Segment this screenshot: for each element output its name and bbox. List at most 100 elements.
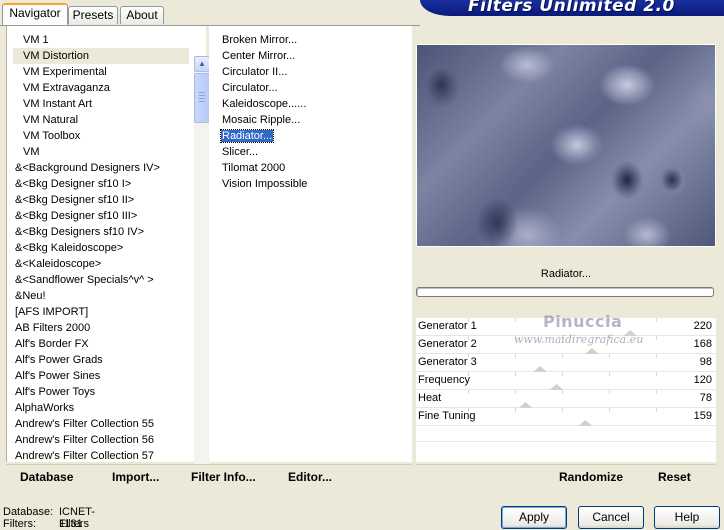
slider-tick bbox=[562, 354, 563, 358]
slider-tick bbox=[656, 336, 657, 340]
tab-about[interactable]: About bbox=[120, 6, 164, 24]
filter-item[interactable]: Circulator II... bbox=[219, 64, 409, 80]
category-item[interactable]: Andrew's Filter Collection 55 bbox=[13, 416, 189, 432]
parameter-slider[interactable] bbox=[468, 390, 657, 408]
parameter-value: 159 bbox=[693, 410, 712, 422]
category-item[interactable]: Alf's Power Toys bbox=[13, 384, 189, 400]
category-item[interactable]: Alf's Power Sines bbox=[13, 368, 189, 384]
filter-list-panel: Broken Mirror... Center Mirror... Circulat… bbox=[209, 26, 412, 462]
category-item[interactable]: VM Distortion bbox=[13, 48, 189, 64]
tab-presets[interactable]: Presets bbox=[68, 6, 118, 24]
watermark-name: Pinuccia bbox=[543, 312, 623, 331]
filter-item-label: Vision Impossible bbox=[222, 178, 308, 190]
filter-list[interactable]: Broken Mirror... Center Mirror... Circulat… bbox=[219, 32, 409, 192]
preview-image bbox=[416, 44, 716, 247]
selected-filter-name: Radiator... bbox=[416, 264, 716, 284]
parameter-label: Frequency bbox=[418, 374, 470, 386]
slider-tick bbox=[562, 372, 563, 376]
category-item[interactable]: VM Experimental bbox=[13, 64, 189, 80]
slider-tick bbox=[562, 390, 563, 394]
category-item[interactable]: &Neu! bbox=[13, 288, 189, 304]
category-item[interactable]: &<Bkg Kaleidoscope> bbox=[13, 240, 189, 256]
parameter-value: 220 bbox=[693, 320, 712, 332]
grip-line bbox=[199, 98, 205, 99]
filter-item-label: Mosaic Ripple... bbox=[222, 114, 301, 126]
category-item[interactable]: VM Natural bbox=[13, 112, 189, 128]
category-item[interactable]: VM Instant Art bbox=[13, 96, 189, 112]
slider-tick bbox=[656, 408, 657, 412]
filter-item-label: Circulator... bbox=[222, 82, 278, 94]
right-action-bar: Randomize Reset bbox=[416, 464, 716, 490]
slider-tick bbox=[468, 372, 469, 376]
filter-item-label: Radiator... bbox=[219, 129, 275, 143]
filter-item[interactable]: Radiator... bbox=[219, 128, 409, 144]
filter-item[interactable]: Slicer... bbox=[219, 144, 409, 160]
slider-thumb[interactable] bbox=[578, 420, 593, 426]
slider-tick bbox=[656, 372, 657, 376]
category-item[interactable]: [AFS IMPORT] bbox=[13, 304, 189, 320]
app-title: Filters Unlimited 2.0 bbox=[468, 0, 675, 16]
category-item[interactable]: Alf's Power Grads bbox=[13, 352, 189, 368]
category-item[interactable]: &<Bkg Designer sf10 II> bbox=[13, 192, 189, 208]
category-item[interactable]: Alf's Border FX bbox=[13, 336, 189, 352]
parameter-slider[interactable] bbox=[468, 372, 657, 390]
category-item[interactable]: AlphaWorks bbox=[13, 400, 189, 416]
slider-tick bbox=[609, 372, 610, 376]
apply-button[interactable]: Apply bbox=[501, 506, 567, 529]
scroll-thumb[interactable] bbox=[194, 73, 210, 123]
import-button[interactable]: Import... bbox=[112, 470, 159, 484]
parameter-slider[interactable] bbox=[468, 354, 657, 372]
category-item[interactable]: VM 1 bbox=[13, 32, 189, 48]
slider-tick bbox=[515, 354, 516, 358]
reset-button[interactable]: Reset bbox=[658, 470, 691, 484]
parameter-slider[interactable] bbox=[468, 408, 657, 426]
slider-tick bbox=[515, 372, 516, 376]
parameter-row: Heat 78 bbox=[416, 390, 716, 408]
tab-navigator[interactable]: Navigator bbox=[2, 3, 68, 25]
slider-tick bbox=[656, 318, 657, 322]
category-item[interactable]: &<Sandflower Specials^v^ > bbox=[13, 272, 189, 288]
filter-item[interactable]: Center Mirror... bbox=[219, 48, 409, 64]
database-button[interactable]: Database bbox=[20, 470, 73, 484]
parameter-label: Fine Tuning bbox=[418, 410, 476, 422]
parameter-empty-row bbox=[416, 426, 716, 442]
cancel-button[interactable]: Cancel bbox=[578, 506, 644, 529]
category-item[interactable]: Andrew's Filter Collection 56 bbox=[13, 432, 189, 448]
grip-line bbox=[199, 101, 205, 102]
filter-item[interactable]: Tilomat 2000 bbox=[219, 160, 409, 176]
help-button[interactable]: Help bbox=[654, 506, 720, 529]
category-item[interactable]: &<Background Designers IV> bbox=[13, 160, 189, 176]
category-item[interactable]: VM bbox=[13, 144, 189, 160]
category-item[interactable]: &<Kaleidoscope> bbox=[13, 256, 189, 272]
filter-item[interactable]: Vision Impossible bbox=[219, 176, 409, 192]
category-item[interactable]: Andrew's Filter Collection 57 bbox=[13, 448, 189, 464]
category-item[interactable]: VM Toolbox bbox=[13, 128, 189, 144]
filter-item[interactable]: Kaleidoscope...... bbox=[219, 96, 409, 112]
slider-tick bbox=[562, 408, 563, 412]
scroll-up-button[interactable]: ▲ bbox=[194, 56, 210, 72]
category-item[interactable]: &<Bkg Designers sf10 IV> bbox=[13, 224, 189, 240]
filter-item[interactable]: Broken Mirror... bbox=[219, 32, 409, 48]
category-item[interactable]: AB Filters 2000 bbox=[13, 320, 189, 336]
filter-item[interactable]: Mosaic Ripple... bbox=[219, 112, 409, 128]
slider-tick bbox=[609, 408, 610, 412]
category-list[interactable]: VM 1 VM Distortion VM Experimental VM Extra… bbox=[13, 32, 189, 464]
randomize-button[interactable]: Randomize bbox=[559, 470, 623, 484]
slider-tick bbox=[656, 390, 657, 394]
left-action-bar: Database Import... Filter Info... Editor… bbox=[6, 464, 412, 490]
category-item[interactable]: &<Bkg Designer sf10 I> bbox=[13, 176, 189, 192]
status-database-label: Database: bbox=[3, 506, 54, 518]
parameter-value: 168 bbox=[693, 338, 712, 350]
slider-tick bbox=[515, 390, 516, 394]
parameter-value: 120 bbox=[693, 374, 712, 386]
filter-item-label: Kaleidoscope...... bbox=[222, 98, 307, 110]
parameter-row: Fine Tuning 159 bbox=[416, 408, 716, 426]
editor-button[interactable]: Editor... bbox=[288, 470, 332, 484]
category-scrollbar[interactable]: ▲ ▼ bbox=[194, 56, 210, 486]
status-filters: Filters: 1131 bbox=[3, 518, 83, 530]
parameter-row: Generator 3 98 bbox=[416, 354, 716, 372]
category-item[interactable]: VM Extravaganza bbox=[13, 80, 189, 96]
category-item[interactable]: &<Bkg Designer sf10 III> bbox=[13, 208, 189, 224]
filter-info-button[interactable]: Filter Info... bbox=[191, 470, 256, 484]
filter-item[interactable]: Circulator... bbox=[219, 80, 409, 96]
